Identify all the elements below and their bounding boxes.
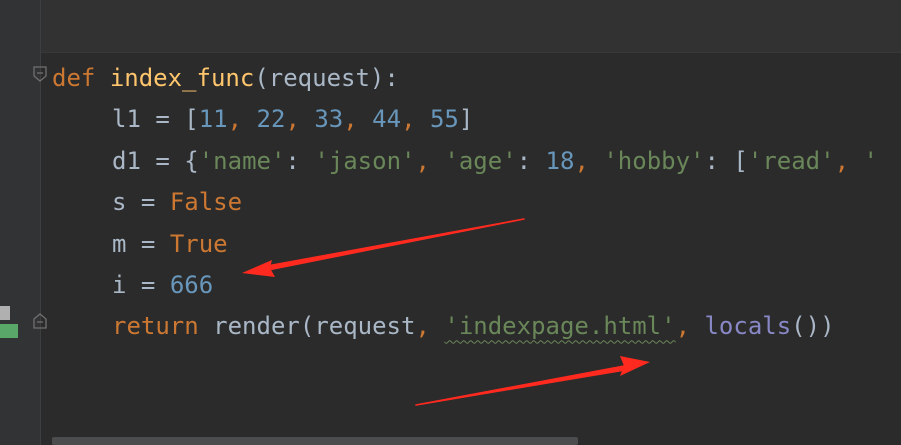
fold-start-icon[interactable] xyxy=(33,66,47,82)
assign-op: = xyxy=(126,188,170,217)
list-item: 11 xyxy=(198,105,228,134)
assign-op: = xyxy=(126,229,170,258)
comma: , xyxy=(415,146,445,175)
colon: : xyxy=(516,146,546,175)
var-i[interactable]: i xyxy=(112,271,126,299)
var-m[interactable]: m xyxy=(112,230,126,258)
comma: , xyxy=(415,312,445,341)
dict-value: 18 xyxy=(545,146,575,175)
open-paren: ( xyxy=(299,312,315,341)
dict-value: 'jason' xyxy=(314,146,416,175)
code-line-4[interactable]: s = False xyxy=(52,182,878,223)
string-fragment: ' xyxy=(863,146,878,175)
arg-request[interactable]: request xyxy=(314,312,415,340)
comma: , xyxy=(675,312,705,341)
dict-key: 'name' xyxy=(198,146,286,175)
code-line-6[interactable]: i = 666 xyxy=(52,265,878,306)
close-paren-colon: ): xyxy=(369,64,399,92)
comma: , xyxy=(834,146,864,175)
def-keyword: def xyxy=(52,64,96,92)
list-open: [ xyxy=(184,105,199,134)
locals-builtin[interactable]: locals xyxy=(704,312,791,340)
fold-end-icon[interactable] xyxy=(33,313,47,329)
vcs-change-marker[interactable] xyxy=(0,306,18,320)
list-item: 'read' xyxy=(747,146,835,175)
dict-open: { xyxy=(184,146,199,175)
comma: , xyxy=(227,105,257,134)
list-open: [ xyxy=(733,146,748,175)
var-l1[interactable]: l1 xyxy=(112,105,141,133)
list-item: 55 xyxy=(429,105,459,134)
code-line-7[interactable]: return render(request, 'indexpage.html',… xyxy=(52,306,878,347)
horizontal-scrollbar[interactable] xyxy=(52,437,578,445)
comma: , xyxy=(401,105,430,134)
assign-op: = xyxy=(126,270,170,299)
number-value: 666 xyxy=(169,270,214,299)
function-name[interactable]: index_func xyxy=(110,64,255,92)
dict-key: 'age' xyxy=(444,146,517,175)
list-item: 33 xyxy=(314,105,344,134)
bool-false: False xyxy=(169,188,243,217)
code-editor[interactable]: def index_func(request): l1 = [11, 22, 3… xyxy=(0,0,901,445)
code-line-1[interactable]: def index_func(request): xyxy=(52,58,878,99)
var-s[interactable]: s xyxy=(112,188,126,216)
comma: , xyxy=(285,105,315,134)
code-content[interactable]: def index_func(request): l1 = [11, 22, 3… xyxy=(52,58,878,348)
code-line-2[interactable]: l1 = [11, 22, 33, 44, 55] xyxy=(52,99,878,140)
vcs-added-marker[interactable] xyxy=(0,324,18,338)
template-name-string[interactable]: 'indexpage.html' xyxy=(444,312,675,340)
code-line-3[interactable]: d1 = {'name': 'jason', 'age': 18, 'hobby… xyxy=(52,141,878,182)
comma: , xyxy=(574,146,604,175)
colon: : xyxy=(285,146,315,175)
open-paren: ( xyxy=(254,64,269,92)
var-d1[interactable]: d1 xyxy=(112,147,141,175)
dict-key: 'hobby' xyxy=(603,146,705,175)
param-request[interactable]: request xyxy=(269,64,370,92)
assign-op: = xyxy=(140,146,185,175)
list-close: ] xyxy=(458,105,474,134)
code-line-5[interactable]: m = True xyxy=(52,224,878,265)
call-parens: () xyxy=(791,312,821,341)
render-call[interactable]: render xyxy=(213,312,300,340)
bool-true: True xyxy=(169,229,228,258)
return-keyword: return xyxy=(112,312,199,341)
comma: , xyxy=(343,105,373,134)
list-item: 44 xyxy=(372,105,402,134)
list-item: 22 xyxy=(256,105,286,134)
colon: : xyxy=(704,146,734,175)
editor-header-band xyxy=(41,0,901,53)
annotation-arrow-2 xyxy=(415,356,650,406)
close-paren: ) xyxy=(820,312,835,341)
assign-op: = xyxy=(140,105,185,134)
